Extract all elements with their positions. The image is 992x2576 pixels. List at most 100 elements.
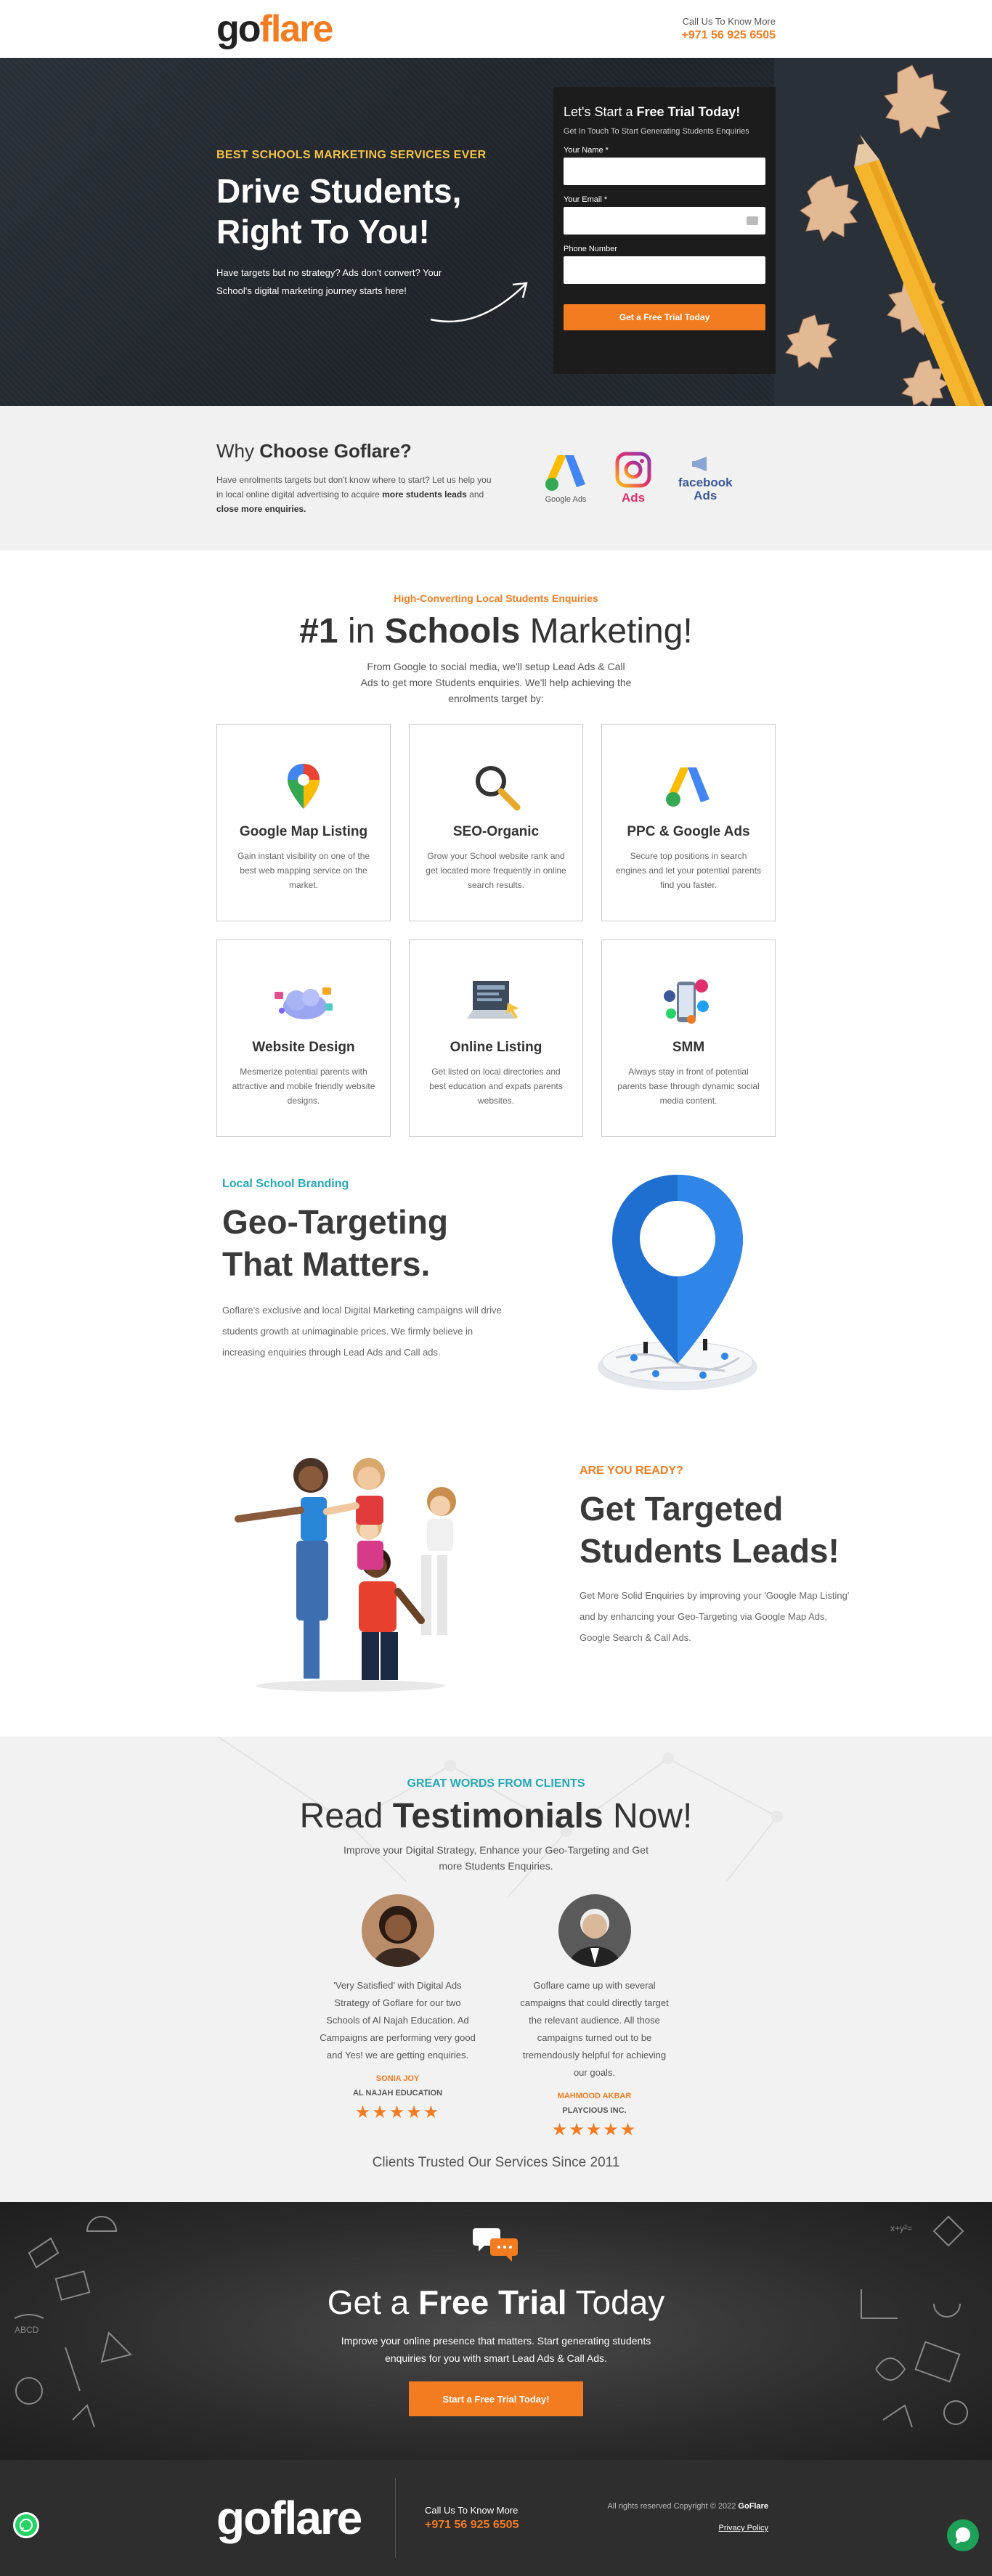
service-text: Get listed on local directories and best… [429, 1067, 563, 1106]
footer-divider [395, 2478, 396, 2558]
form-subtitle: Get In Touch To Start Generating Student… [564, 127, 749, 136]
why-choose-section: Why Choose Goflare? Have enrolments targ… [0, 406, 992, 550]
testimonial-card: Goflare came up with several campaigns t… [516, 1894, 673, 2140]
free-trial-text: Improve your online presence that matter… [341, 2335, 651, 2364]
service-title: SMM [672, 1040, 705, 1055]
email-input[interactable] [564, 207, 765, 235]
service-text: Secure top positions in search engines a… [615, 851, 762, 890]
megaphone-icon [692, 457, 707, 471]
service-text: Gain instant visibility on one of the be… [237, 851, 370, 890]
whatsapp-icon [20, 2519, 33, 2532]
geo-title-line2: That Matters. [222, 1245, 431, 1283]
privacy-policy-link[interactable]: Privacy Policy [719, 2524, 768, 2532]
service-title: PPC & Google Ads [627, 824, 750, 839]
testimonial-card: 'Very Satisfied' with Digital Ads Strate… [320, 1894, 476, 2140]
form-title-bold: Free Trial Today! [636, 105, 741, 119]
phone-field-group: Phone Number [564, 245, 765, 284]
start-free-trial-button[interactable]: Start a Free Trial Today! [409, 2381, 583, 2416]
testimonials-title-end: Now! [603, 1797, 693, 1835]
testimonial-quote: Goflare came up with several campaigns t… [520, 1980, 669, 2078]
autofill-card-icon[interactable] [747, 216, 758, 225]
why-text-mid: and [466, 489, 484, 500]
header-phone-link[interactable]: +971 56 925 6505 [682, 29, 776, 42]
service-title: Online Listing [450, 1040, 542, 1055]
services-title-schools: Schools [384, 612, 521, 651]
name-input[interactable] [564, 158, 765, 185]
service-title: Website Design [252, 1040, 355, 1055]
testimonial-quote: 'Very Satisfied' with Digital Ads Strate… [320, 1980, 476, 2061]
services-section: High-Converting Local Students Enquiries… [0, 550, 992, 1137]
free-trial-title-end: Today [566, 2283, 665, 2321]
facebook-ads-logo: facebook Ads [678, 454, 733, 502]
testimonials-title-pre: Read [299, 1797, 393, 1835]
services-kicker: High-Converting Local Students Enquiries [394, 592, 598, 604]
ad-platform-logos: Google Ads Ads facebook Ads [543, 451, 733, 505]
instagram-icon [615, 452, 651, 488]
services-title: #1 in Schools Marketing! [0, 611, 992, 651]
geo-copy: Local School Branding Geo-Targeting That… [222, 1178, 513, 1363]
site-header: go flare Call Us To Know More +971 56 925… [0, 0, 992, 58]
services-title-end: Marketing! [520, 612, 693, 651]
testimonials-title: Read Testimonials Now! [0, 1796, 992, 1836]
leads-copy: ARE YOU READY? Get Targeted Students Lea… [580, 1464, 885, 1648]
hero-title: Drive Students, Right To You! [216, 171, 521, 252]
service-card-ppc[interactable]: PPC & Google Ads Secure top positions in… [601, 724, 776, 921]
rating-stars: ★★★★★ [354, 2103, 441, 2122]
logo-flare-text: flare [259, 8, 334, 50]
geo-kicker: Local School Branding [222, 1178, 349, 1190]
phone-input[interactable] [564, 256, 765, 284]
get-free-trial-button[interactable]: Get a Free Trial Today [564, 304, 765, 330]
email-label: Your Email * [564, 195, 608, 204]
instagram-ads-logo: Ads [614, 451, 652, 505]
live-chat-button[interactable] [947, 2519, 979, 2551]
leads-kicker: ARE YOU READY? [580, 1464, 683, 1477]
testimonials-title-bold: Testimonials [392, 1797, 603, 1835]
service-title: SEO-Organic [452, 824, 540, 839]
geo-targeting-section: Local School Branding Geo-Targeting That… [0, 1175, 992, 1446]
testimonial-company: AL NAJAH EDUCATION [352, 2089, 443, 2098]
footer-call-label: Call Us To Know More [425, 2504, 519, 2516]
curved-arrow-icon [430, 282, 528, 323]
listing-board-icon [467, 981, 519, 1019]
testimonial-company: PLAYCIOUS INC. [562, 2106, 627, 2115]
facebook-ads-label: Ads [694, 489, 717, 502]
hero-kicker: BEST SCHOOLS MARKETING SERVICES EVER [216, 149, 487, 161]
header-call-box: Call Us To Know More +971 56 925 6505 [682, 16, 776, 42]
service-card-smm[interactable]: SMM Always stay in front of potential pa… [601, 939, 776, 1137]
instagram-ads-label: Ads [621, 491, 646, 505]
why-title-bold: Choose Goflare? [259, 440, 412, 462]
name-label: Your Name * [564, 146, 609, 155]
avatar [558, 1894, 631, 1967]
whatsapp-button[interactable] [13, 2512, 39, 2538]
footer-logo[interactable]: goflare [216, 2491, 395, 2545]
footer-call-box: Call Us To Know More +971 56 925 6505 [425, 2505, 519, 2532]
why-text: Have enrolments targets but don't know w… [216, 473, 492, 516]
free-trial-title-bold: Free Trial [418, 2283, 567, 2321]
why-title-pre: Why [216, 440, 260, 462]
free-trial-title: Get a Free Trial Today [0, 2283, 992, 2322]
service-text: Grow your School website rank and get lo… [426, 851, 566, 890]
testimonials-subtitle: Improve your Digital Strategy, Enhance y… [343, 1844, 649, 1872]
copyright-pre: All rights reserved Copyright © 2022 [607, 2502, 739, 2511]
avatar-woman-image [361, 1894, 434, 1967]
service-card-website-design[interactable]: Website Design Mesmerize potential paren… [216, 939, 391, 1137]
social-phone-icon [664, 979, 709, 1024]
geo-text: Goflare's exclusive and local Digital Ma… [222, 1305, 502, 1358]
rating-stars: ★★★★★ [551, 2120, 638, 2140]
students-group-image [235, 1458, 456, 1692]
why-title: Why Choose Goflare? [216, 440, 521, 462]
leads-title: Get Targeted Students Leads! [580, 1488, 885, 1572]
logo-go-text: go [216, 8, 261, 50]
service-card-google-map[interactable]: Google Map Listing Gain instant visibili… [216, 724, 391, 921]
service-title: Google Map Listing [239, 824, 368, 839]
pencil-shavings-image [774, 58, 992, 406]
email-input-box [564, 207, 765, 235]
copyright-brand: GoFlare [738, 2502, 768, 2511]
magnifier-icon [476, 766, 521, 811]
google-ads-icon [545, 455, 585, 491]
service-card-seo[interactable]: SEO-Organic Grow your School website ran… [409, 724, 583, 921]
goflare-logo[interactable]: go flare [216, 7, 334, 51]
service-card-online-listing[interactable]: Online Listing Get listed on local direc… [409, 939, 583, 1137]
footer-phone-link[interactable]: +971 56 925 6505 [425, 2519, 519, 2532]
hero-title-line2: Right To You! [216, 213, 430, 250]
